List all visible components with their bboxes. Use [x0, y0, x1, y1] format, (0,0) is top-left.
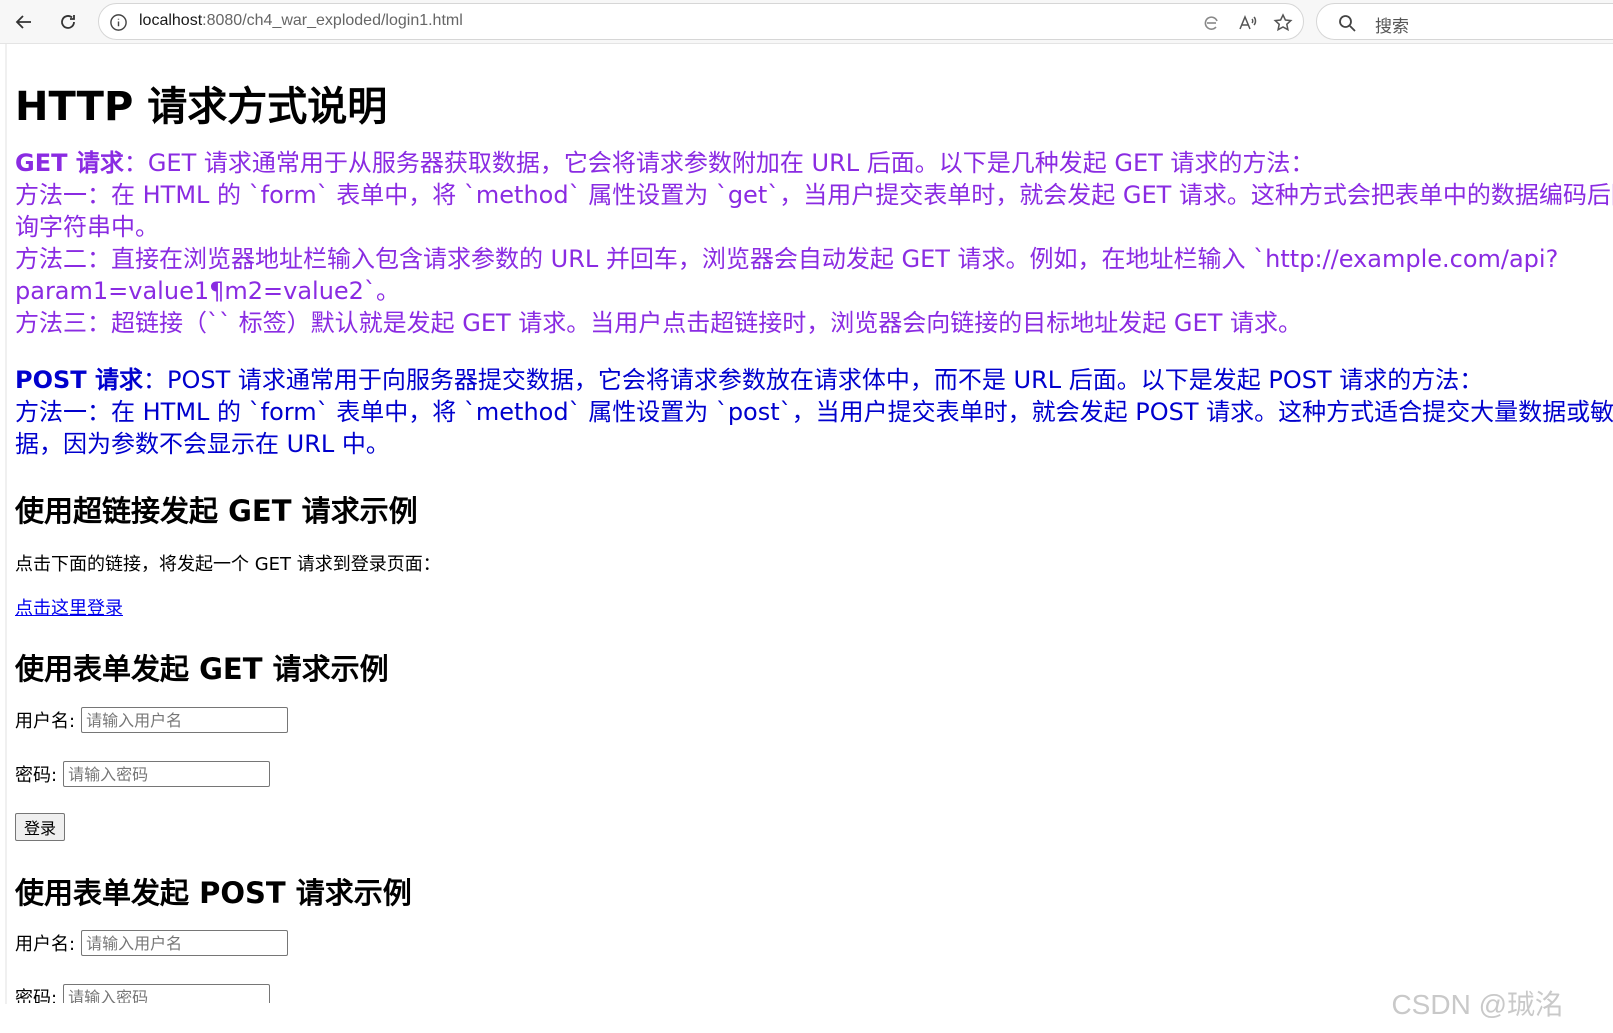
post-password-input[interactable]	[63, 984, 271, 1003]
get-login-button[interactable]: 登录	[15, 813, 66, 841]
post-description: POST 请求：POST 请求通常用于向服务器提交数据，它会将请求参数放在请求体…	[15, 364, 1613, 460]
get-username-label: 用户名:	[15, 711, 76, 732]
site-info-icon[interactable]	[109, 13, 128, 32]
post-form-password-row: 密码:	[15, 984, 271, 1003]
favorite-star-icon[interactable]	[1271, 11, 1295, 35]
get-form-username-row: 用户名:	[15, 707, 289, 733]
read-aloud-icon[interactable]	[1235, 11, 1259, 35]
search-placeholder: 搜索	[1375, 17, 1409, 37]
get-method2-line1: 方法二：直接在浏览器地址栏输入包含请求参数的 URL 并回车，浏览器会自动发起 …	[15, 245, 1559, 273]
get-label: GET 请求	[15, 149, 124, 177]
get-password-input[interactable]	[63, 761, 271, 787]
url-host: localhost	[139, 12, 203, 29]
post-username-input[interactable]	[81, 930, 289, 956]
url-text[interactable]: localhost:8080/ch4_war_exploded/login1.h…	[139, 12, 463, 30]
post-password-label: 密码:	[15, 988, 58, 1003]
get-intro: ：GET 请求通常用于从服务器获取数据，它会将请求参数附加在 URL 后面。以下…	[123, 149, 1315, 177]
search-box[interactable]: 搜索	[1316, 3, 1613, 40]
post-form-heading: 使用表单发起 POST 请求示例	[15, 876, 412, 910]
csdn-watermark: CSDN @珹洺	[1391, 989, 1563, 1020]
get-form-heading: 使用表单发起 GET 请求示例	[15, 652, 389, 686]
url-path: :8080/ch4_war_exploded/login1.html	[202, 12, 463, 29]
arrow-left-icon	[15, 15, 31, 29]
page-title: HTTP 请求方式说明	[15, 84, 388, 130]
get-method1-line2: 询字符串中。	[15, 213, 159, 241]
browser-toolbar: localhost:8080/ch4_war_exploded/login1.h…	[0, 0, 1613, 44]
get-password-label: 密码:	[15, 765, 58, 786]
get-method1-line1: 方法一：在 HTML 的 `form` 表单中，将 `method` 属性设置为…	[15, 181, 1613, 209]
post-username-label: 用户名:	[15, 934, 76, 955]
reload-button[interactable]	[52, 6, 84, 38]
get-method2-line2: param1=value1¶m2=value2`。	[15, 277, 400, 305]
post-form-username-row: 用户名:	[15, 930, 289, 956]
post-label: POST 请求	[15, 366, 144, 394]
search-icon	[1339, 15, 1356, 32]
link-example-desc: 点击下面的链接，将发起一个 GET 请求到登录页面：	[15, 554, 441, 575]
get-username-input[interactable]	[81, 707, 289, 733]
address-bar[interactable]: localhost:8080/ch4_war_exploded/login1.h…	[98, 3, 1304, 40]
page-border	[5, 44, 7, 1004]
reload-icon	[61, 15, 75, 29]
back-button[interactable]	[8, 6, 40, 38]
get-method3: 方法三：超链接（`` 标签）默认就是发起 GET 请求。当用户点击超链接时，浏览…	[15, 309, 1302, 337]
get-form-password-row: 密码:	[15, 761, 271, 787]
get-description: GET 请求：GET 请求通常用于从服务器获取数据，它会将请求参数附加在 URL…	[15, 147, 1613, 339]
login-link[interactable]: 点击这里登录	[15, 594, 123, 620]
post-intro: ：POST 请求通常用于向服务器提交数据，它会将请求参数放在请求体中，而不是 U…	[143, 366, 1484, 394]
link-example-heading: 使用超链接发起 GET 请求示例	[15, 494, 418, 528]
page-content: HTTP 请求方式说明 GET 请求：GET 请求通常用于从服务器获取数据，它会…	[15, 50, 1613, 1003]
browser-essentials-icon[interactable]	[1199, 11, 1223, 35]
post-method1-line2: 据，因为参数不会显示在 URL 中。	[15, 430, 390, 458]
post-method1-line1: 方法一：在 HTML 的 `form` 表单中，将 `method` 属性设置为…	[15, 398, 1613, 426]
